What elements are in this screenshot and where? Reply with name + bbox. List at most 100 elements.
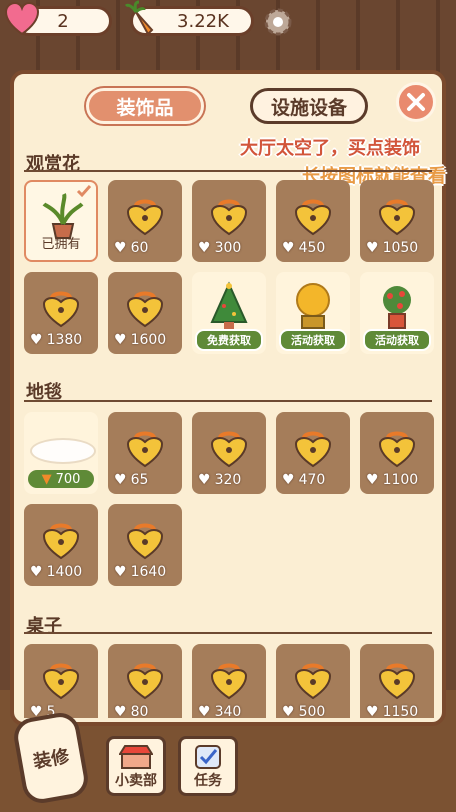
decoration-panel: 装饰品 设施设备 大厅太空了，买点装饰 长按图标就能查看 观赏花 已拥有 ♥ 60… — [10, 70, 446, 726]
heart-icon: ♥ — [30, 564, 43, 580]
heart-icon: ♥ — [198, 240, 211, 256]
heart-icon: ♥ — [366, 472, 379, 488]
lock-icon — [294, 199, 332, 236]
table-item-locked[interactable]: ♥ 500 — [276, 644, 350, 718]
owned-label: 已拥有 — [41, 237, 81, 252]
rug-item-locked[interactable]: ♥ 1400 — [24, 504, 98, 586]
heart-icon: ♥ — [114, 564, 127, 580]
price-value: 300 — [214, 240, 242, 256]
golden-tree-item[interactable]: 活动获取 — [276, 272, 350, 354]
hint-text-1: 大厅太空了，买点装饰 — [240, 138, 420, 159]
white-rug — [30, 438, 96, 464]
christmas-tree-icon — [210, 281, 248, 330]
lock-icon — [294, 663, 332, 700]
rug-item-locked[interactable]: ♥ 1100 — [360, 412, 434, 494]
table-row-clip: ♥ 5 ♥ 80 ♥ 340 ♥ 500 ♥ 1150 — [14, 642, 442, 718]
price-value: 1380 — [46, 332, 83, 348]
carrots-value: 3.22K — [177, 10, 229, 32]
price: ♥ 1100 — [366, 472, 418, 488]
shop-button[interactable]: 小卖部 — [106, 736, 166, 796]
plant-item-locked[interactable]: ♥ 1050 — [360, 180, 434, 262]
heart-icon: ♥ — [282, 240, 295, 256]
rug-item-locked[interactable]: ♥ 1640 — [108, 504, 182, 586]
plant-item-locked[interactable]: ♥ 60 — [108, 180, 182, 262]
plant-item-owned[interactable]: 已拥有 — [24, 180, 98, 262]
lock-icon — [126, 291, 164, 328]
price: ♥ 1400 — [30, 564, 82, 580]
lock-icon — [42, 523, 80, 560]
lock-icon — [378, 431, 416, 468]
tasks-button[interactable]: 任务 — [178, 736, 238, 796]
free-tag: 免费获取 — [195, 329, 263, 351]
fruit-plant-icon — [383, 286, 411, 329]
price: ♥ 1050 — [366, 240, 418, 256]
plant-item-locked[interactable]: ♥ 300 — [192, 180, 266, 262]
rug-item-locked[interactable]: ♥ 320 — [192, 412, 266, 494]
christmas-tree-item[interactable]: 免费获取 — [192, 272, 266, 354]
carrot-price: ▼ 700 — [28, 470, 94, 488]
carrot-icon — [122, 0, 160, 40]
heart-icon: ♥ — [114, 704, 127, 718]
price-value: 340 — [214, 704, 242, 718]
lock-icon — [210, 431, 248, 468]
price: ♥ 320 — [198, 472, 241, 488]
price-value: 1640 — [130, 564, 167, 580]
heart-icon: ♥ — [282, 704, 295, 718]
heart-icon: ♥ — [366, 240, 379, 256]
heart-icon: ♥ — [114, 240, 127, 256]
table-item-locked[interactable]: ♥ 1150 — [360, 644, 434, 718]
price: ♥ 300 — [198, 240, 241, 256]
price-value: 470 — [298, 472, 326, 488]
price-value: 700 — [55, 471, 81, 487]
price-value: 1600 — [130, 332, 167, 348]
heart-icon: ♥ — [366, 704, 379, 718]
price: ♥ 80 — [114, 704, 148, 718]
tasks-label: 任务 — [194, 773, 222, 789]
rug-item-locked[interactable]: ♥ 470 — [276, 412, 350, 494]
rug-item-locked[interactable]: ♥ 65 — [108, 412, 182, 494]
carrot-icon: ▼ — [41, 471, 52, 487]
section-title-tables: 桌子 — [26, 616, 62, 637]
price: ♥ 450 — [282, 240, 325, 256]
lock-icon — [378, 663, 416, 700]
price: ♥ 1640 — [114, 564, 166, 580]
rug-item[interactable]: ▼ 700 — [24, 412, 98, 494]
lock-icon — [210, 199, 248, 236]
close-button[interactable] — [396, 82, 436, 122]
lock-icon — [42, 663, 80, 700]
price-value: 1100 — [382, 472, 419, 488]
divider — [24, 400, 432, 402]
divider — [24, 170, 432, 172]
tab-decorations[interactable]: 装饰品 — [86, 88, 204, 124]
heart-icon: ♥ — [114, 332, 127, 348]
red-fruit-tree-item[interactable]: 活动获取 — [360, 272, 434, 354]
plant-item-locked[interactable]: ♥ 1600 — [108, 272, 182, 354]
price-value: 80 — [130, 704, 149, 718]
heart-icon: ♥ — [198, 472, 211, 488]
price-value: 320 — [214, 472, 242, 488]
lock-icon — [126, 431, 164, 468]
lock-icon — [42, 291, 80, 328]
checklist-icon — [195, 745, 221, 769]
price: ♥ 65 — [114, 472, 148, 488]
table-item-locked[interactable]: ♥ 5 — [24, 644, 98, 718]
event-tag: 活动获取 — [363, 329, 431, 351]
shop-icon — [119, 745, 153, 769]
golden-tree-icon — [296, 283, 330, 329]
table-item-locked[interactable]: ♥ 80 — [108, 644, 182, 718]
plant-item-locked[interactable]: ♥ 450 — [276, 180, 350, 262]
table-item-locked[interactable]: ♥ 340 — [192, 644, 266, 718]
lock-icon — [126, 199, 164, 236]
price-value: 450 — [298, 240, 326, 256]
tab-facilities[interactable]: 设施设备 — [250, 88, 368, 124]
gear-icon[interactable] — [262, 6, 294, 38]
price-value: 500 — [298, 704, 326, 718]
price: ♥ 60 — [114, 240, 148, 256]
plant-item-locked[interactable]: ♥ 1380 — [24, 272, 98, 354]
price: ♥ 500 — [282, 704, 325, 718]
price-value: 60 — [130, 240, 149, 256]
lock-icon — [210, 663, 248, 700]
hearts-value: 2 — [57, 10, 69, 32]
close-icon — [407, 93, 425, 111]
lock-icon — [126, 523, 164, 560]
